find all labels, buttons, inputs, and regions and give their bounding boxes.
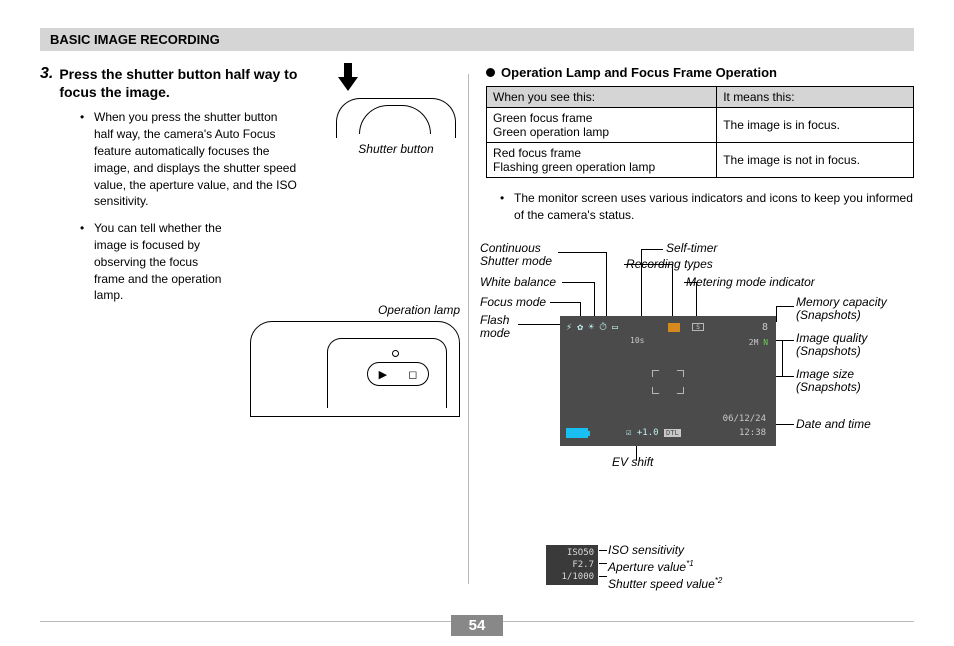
label-focus-mode: Focus mode	[480, 296, 546, 309]
label-iso: ISO sensitivity	[608, 543, 722, 557]
wb-icon: ☀	[588, 322, 594, 333]
iso-labels: ISO sensitivity Aperture value*1 Shutter…	[608, 543, 722, 593]
shutter-caption: Shutter button	[336, 142, 456, 156]
column-divider	[468, 74, 469, 584]
page-number-wrap: 54	[0, 615, 954, 636]
label-self-timer: Self-timer	[666, 242, 717, 255]
iso-value: ISO50	[550, 547, 594, 559]
label-continuous-shutter: Continuous Shutter mode	[480, 242, 552, 268]
label-ev-shift: EV shift	[612, 456, 653, 469]
monitor-screen: ⚡ ✿ ☀ ⏱ ▭ 10s S 8 2M N ☑ +1.0 DTL	[560, 316, 776, 446]
bullet-2: You can tell whether the image is focuse…	[80, 220, 230, 304]
timer-icon: ⏱	[599, 322, 607, 333]
bullet-1: When you press the shutter button half w…	[80, 109, 300, 210]
section-header: BASIC IMAGE RECORDING	[40, 28, 914, 51]
operation-lamp-illustration: Operation lamp ▶◻	[250, 303, 460, 417]
cell-means-1: The image is not in focus.	[717, 143, 914, 178]
label-aperture: Aperture value*1	[608, 559, 722, 574]
shutter-value: 1/1000	[550, 571, 594, 583]
monitor-ev: ☑ +1.0	[626, 428, 659, 438]
label-memory-capacity: Memory capacity (Snapshots)	[796, 296, 887, 322]
operation-frame-title-text: Operation Lamp and Focus Frame Operation	[501, 65, 777, 80]
monitor-time: 12:38	[739, 428, 766, 438]
cell-see-1: Red focus frame Flashing green operation…	[487, 143, 717, 178]
label-shutter-speed: Shutter speed value*2	[608, 576, 722, 591]
monitor-diagram: Continuous Shutter mode White balance Fo…	[486, 246, 914, 470]
step-title: Press the shutter button half way to foc…	[59, 65, 319, 101]
label-metering: Metering mode indicator	[686, 276, 815, 289]
th-see: When you see this:	[487, 87, 717, 108]
label-image-size: Image size (Snapshots)	[796, 368, 861, 394]
monitor-capacity: 8	[762, 322, 768, 333]
shutter-illustration: Shutter button	[336, 63, 456, 156]
metering-icon: S	[692, 323, 704, 331]
cell-means-0: The image is in focus.	[717, 108, 914, 143]
bullet-disc-icon	[486, 68, 495, 77]
cell-see-0: Green focus frame Green operation lamp	[487, 108, 717, 143]
label-date-time: Date and time	[796, 418, 871, 431]
label-flash-mode: Flash mode	[480, 314, 510, 340]
camera-icon: ◻	[408, 368, 417, 381]
meaning-table: When you see this: It means this: Green …	[486, 86, 914, 178]
left-column: 3. Press the shutter button half way to …	[40, 65, 458, 470]
aperture-value: F2.7	[550, 559, 594, 571]
page-number: 54	[451, 615, 504, 636]
iso-value-box: ISO50 F2.7 1/1000	[546, 545, 598, 585]
label-white-balance: White balance	[480, 276, 556, 289]
flash-icon: ⚡	[566, 322, 572, 333]
focus-frame-icon	[652, 370, 684, 394]
cont-icon: ▭	[612, 322, 618, 333]
recording-type-icon	[668, 323, 680, 332]
label-image-quality: Image quality (Snapshots)	[796, 332, 867, 358]
monitor-bullet-text: The monitor screen uses various indicato…	[500, 190, 914, 224]
battery-icon	[566, 428, 588, 438]
operation-lamp-caption: Operation lamp	[250, 303, 460, 317]
step-number: 3.	[40, 65, 53, 83]
monitor-date: 06/12/24	[723, 414, 766, 424]
monitor-quality: 2M N	[749, 338, 768, 347]
th-means: It means this:	[717, 87, 914, 108]
monitor-ten-s: 10s	[630, 336, 644, 345]
monitor-bullet: The monitor screen uses various indicato…	[500, 190, 914, 224]
right-column: Operation Lamp and Focus Frame Operation…	[486, 65, 914, 470]
focus-icon: ✿	[577, 322, 583, 333]
operation-frame-title: Operation Lamp and Focus Frame Operation	[486, 65, 914, 80]
monitor-dtl: DTL	[664, 429, 681, 437]
arrow-down-icon	[336, 63, 360, 93]
